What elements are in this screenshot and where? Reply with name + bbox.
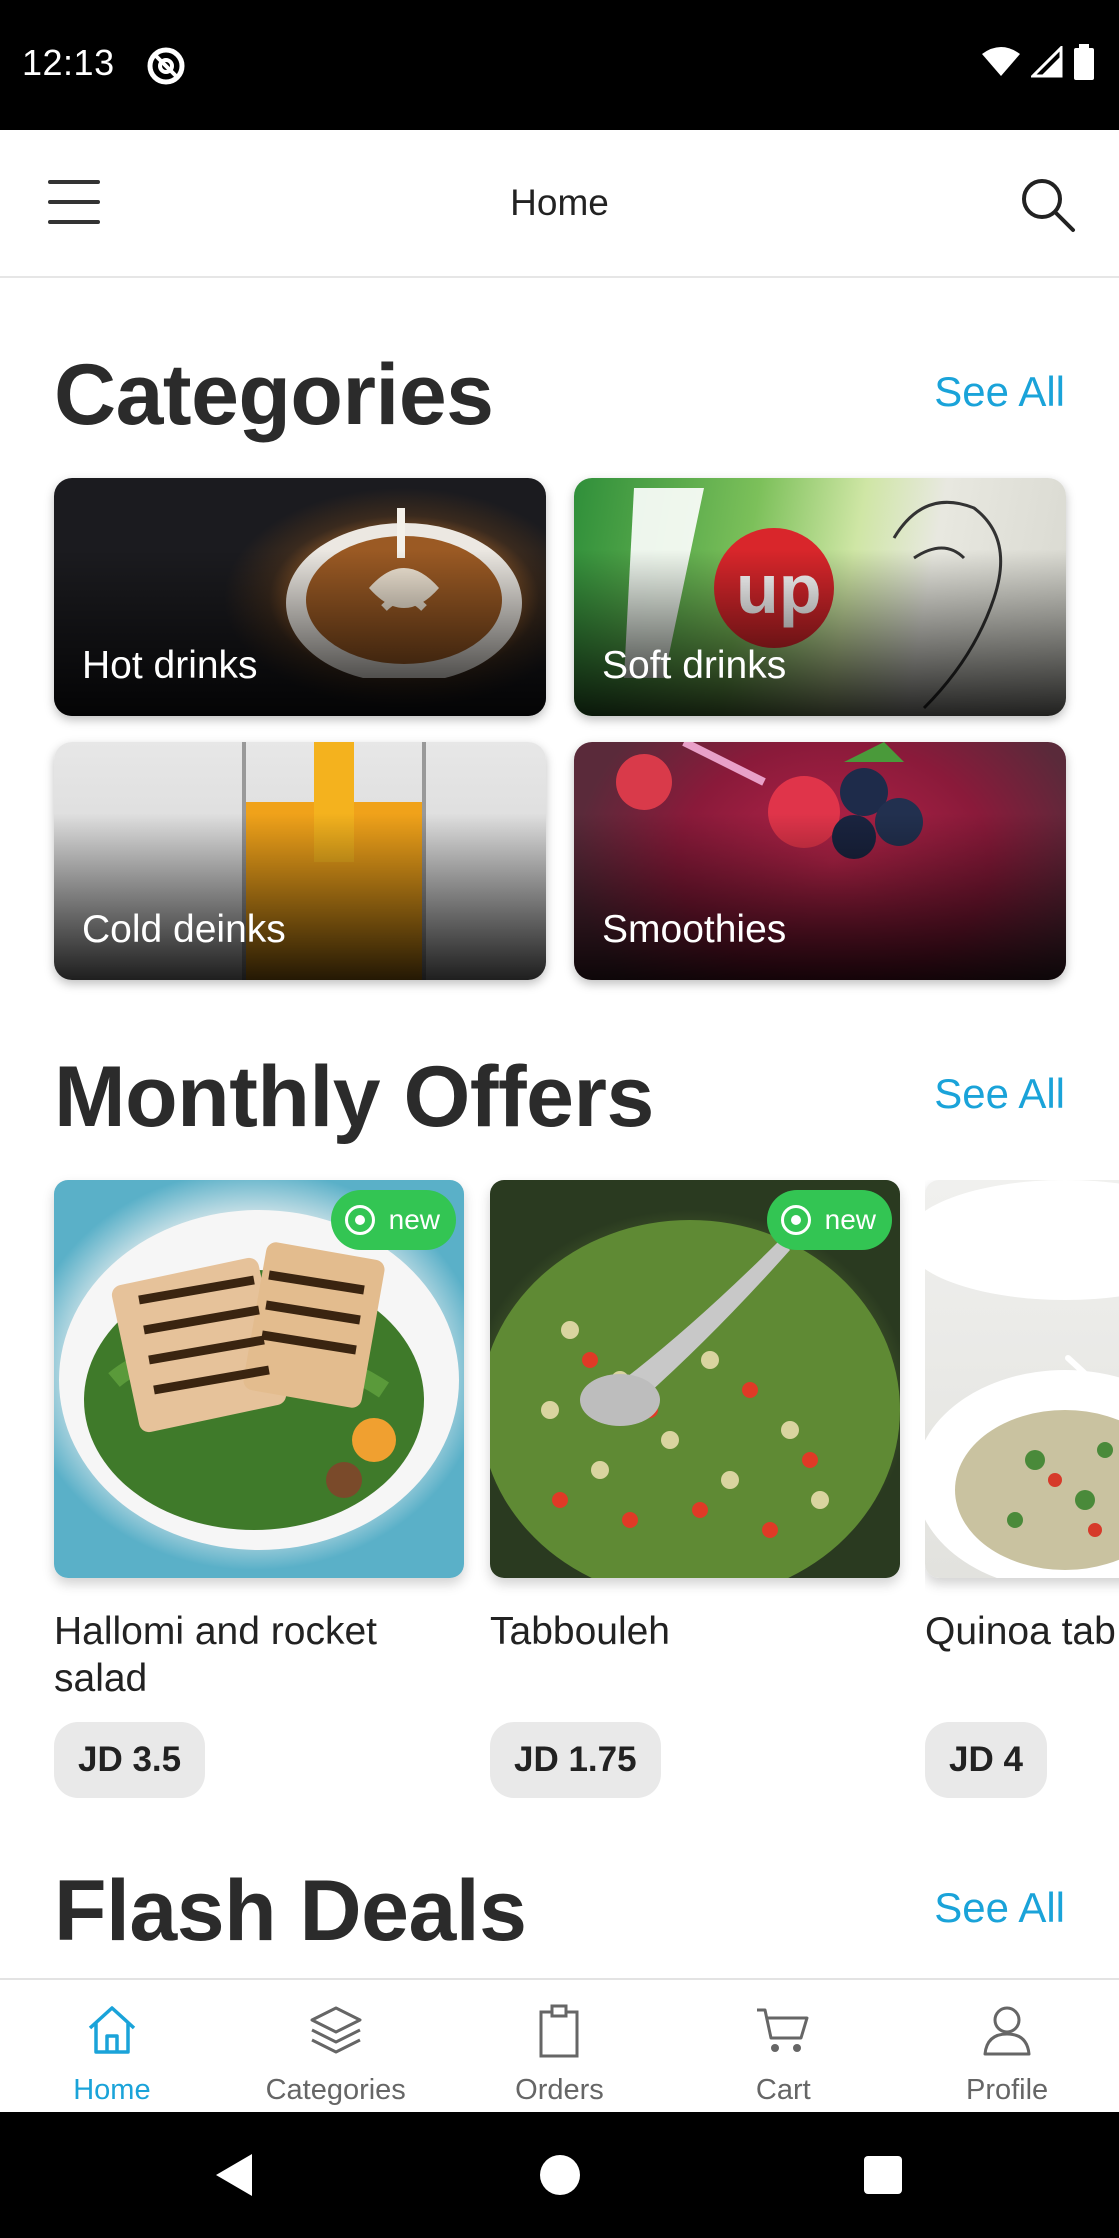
layers-icon [310,2006,362,2054]
badge-label: new [388,1204,440,1235]
category-tile-soft-drinks[interactable]: up Soft drinks [574,478,1066,716]
category-tile-smoothies[interactable]: Smoothies [574,742,1066,980]
search-icon[interactable] [1017,174,1077,234]
nav-item-profile[interactable]: Profile [895,1980,1119,2112]
back-icon[interactable] [210,2150,260,2200]
signal-icon [1031,46,1063,78]
category-label: Smoothies [602,908,787,951]
offer-image: new [490,1180,900,1578]
offer-card-tabbouleh[interactable]: new Tabbouleh JD 1.75 [490,1180,900,1798]
offer-name: Hallomi and rocket salad [54,1610,377,1700]
nav-label: Cart [755,2074,811,2106]
page-title: Home [510,182,609,223]
new-badge: new [330,1190,456,1250]
offer-price: JD 3.5 [54,1722,206,1798]
category-label: Soft drinks [602,644,787,687]
home-circle-icon[interactable] [537,2150,583,2200]
nav-label: Profile [965,2074,1049,2106]
at-sign-icon [147,47,185,85]
battery-icon [1074,44,1094,80]
home-icon [88,2006,136,2054]
nav-label: Orders [515,2074,604,2106]
radio-dot-icon [780,1205,811,1235]
category-tile-cold-drinks[interactable]: Cold deinks [54,742,546,980]
nav-item-home[interactable]: Home [0,1980,224,2112]
categories-see-all-link[interactable]: See All [934,368,1065,416]
category-label: Cold deinks [82,908,286,951]
categories-heading: Categories [54,347,494,443]
cart-icon [757,2008,809,2052]
badge-label: new [824,1204,876,1235]
nav-item-categories[interactable]: Categories [224,1980,448,2112]
status-icons [981,44,1095,80]
nav-label: Categories [265,2074,406,2106]
status-bar: 12:13 [0,0,1119,130]
monthly-offers-heading: Monthly Offers [54,1049,654,1145]
offer-image: new [54,1180,464,1578]
offer-price: JD 4 [925,1722,1047,1798]
chevron-right-icon[interactable] [1058,1350,1102,1410]
offer-card-quinoa[interactable]: Quinoa tab salad JD 4 [925,1180,1119,1798]
recents-square-icon[interactable] [860,2150,906,2200]
app-bar: Home [0,130,1119,278]
offers-see-all-link[interactable]: See All [934,1070,1065,1118]
nav-item-cart[interactable]: Cart [671,1980,895,2112]
offer-card-halloumi[interactable]: new Hallomi and rocket salad JD 3.5 [54,1180,464,1798]
nav-item-orders[interactable]: Orders [448,1980,672,2112]
system-navigation-bar [0,2112,1119,2238]
category-tile-hot-drinks[interactable]: Hot drinks [54,478,546,716]
user-icon [983,2006,1031,2056]
offer-name: Tabbouleh [490,1610,670,1653]
offer-name: Quinoa tab salad [925,1610,1119,1653]
flash-deals-heading: Flash Deals [54,1863,527,1959]
radio-dot-icon [344,1205,375,1235]
wifi-icon [982,47,1020,76]
new-badge: new [766,1190,892,1250]
status-time: 12:13 [22,42,115,83]
bottom-navigation: Home Categories Orders Cart Profile [0,1978,1119,2112]
flash-see-all-link[interactable]: See All [934,1884,1065,1932]
nav-label: Home [73,2074,151,2106]
offer-price: JD 1.75 [490,1722,661,1798]
clipboard-icon [539,2004,579,2058]
category-label: Hot drinks [82,644,258,687]
